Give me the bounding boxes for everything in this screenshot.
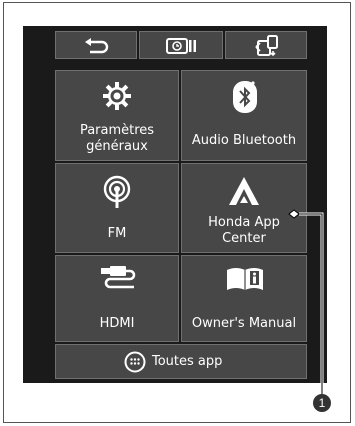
callout-leader-line — [288, 209, 324, 394]
callout-number-badge: 1 — [313, 394, 331, 412]
callout-number: 1 — [318, 396, 326, 410]
